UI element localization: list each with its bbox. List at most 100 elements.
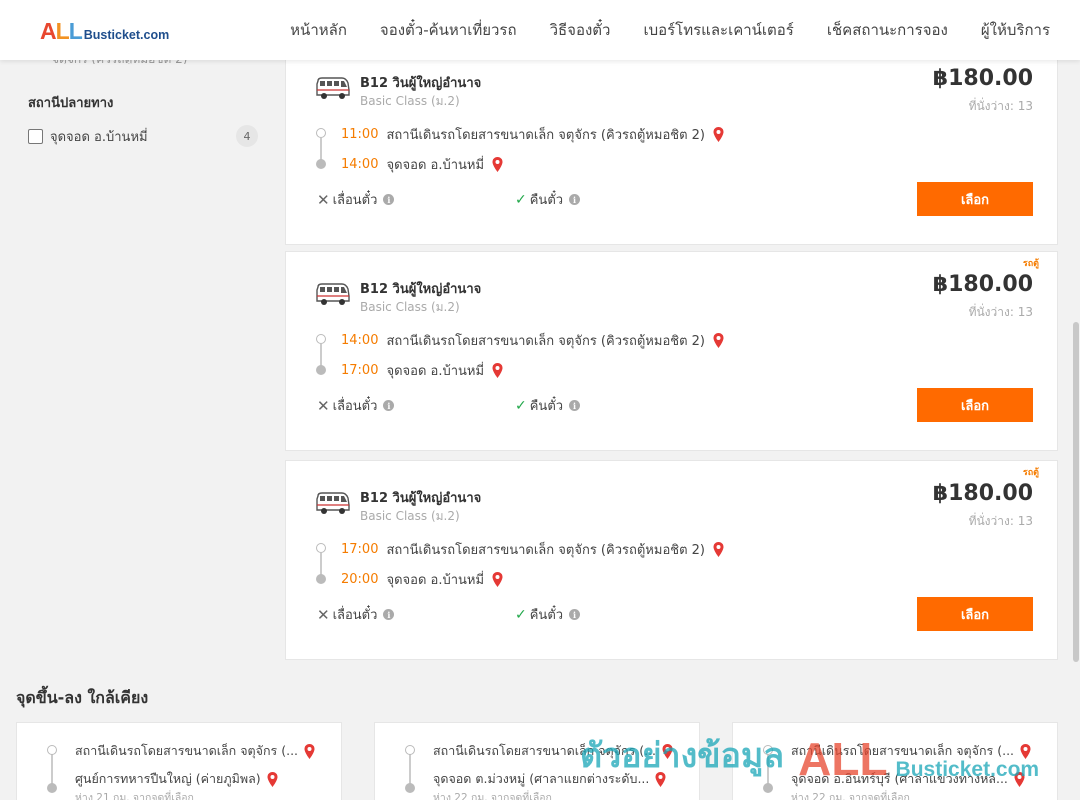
arrival-dot [316,574,326,584]
arrival-dot [316,159,326,169]
departure-stop: สถานีเดินรถโดยสารขนาดเล็ก จตุจักร (คิวรถ… [386,334,705,349]
nearby-to-stop: ศูนย์การทหารปืนใหญ่ (ค่ายภูมิพล) [75,771,261,786]
select-trip-button[interactable]: เลือก [917,182,1033,216]
nearby-from-row: สถานีเดินรถโดยสารขนาดเล็ก จตุจักร (... [433,741,688,761]
info-icon[interactable]: i [569,400,581,411]
map-pin-icon[interactable] [713,542,724,557]
departure-dot [763,745,773,755]
map-pin-icon[interactable] [1014,771,1025,787]
vehicle-type-badge: รถตู้ [1022,468,1039,478]
nearby-from-stop: สถานีเดินรถโดยสารขนาดเล็ก จตุจักร (... [75,743,299,758]
ticket-price: ฿180.00 [932,481,1033,506]
seat-class: Basic Class (ม.2) [360,300,460,314]
seats-available: ที่นั่งว่าง: 13 [968,99,1033,113]
change-ticket-policy: ✕ เลื่อนตั๋ว i [317,604,395,625]
destination-checkbox[interactable] [28,128,43,144]
departure-stop: สถานีเดินรถโดยสารขนาดเล็ก จตุจักร (คิวรถ… [386,543,705,558]
nav-phone-counter[interactable]: เบอร์โทรและเคาน์เตอร์ [643,18,793,42]
select-trip-button[interactable]: เลือก [917,597,1033,631]
x-icon: ✕ [317,396,330,415]
refund-ticket-policy: ✓ คืนตั๋ว i [515,604,581,625]
van-icon [316,283,350,305]
nearby-to-row: ศูนย์การทหารปืนใหญ่ (ค่ายภูมิพล) [75,769,330,789]
map-pin-icon[interactable] [662,743,673,759]
change-ticket-label: เลื่อนตั๋ว [332,193,378,208]
departure-time: 11:00 [341,127,379,142]
map-pin-icon[interactable] [1020,743,1031,759]
nav-operators[interactable]: ผู้ให้บริการ [981,18,1050,42]
departure-dot [316,543,326,553]
departure-dot [405,745,415,755]
departure-row: 11:00 สถานีเดินรถโดยสารขนาดเล็ก จตุจักร … [341,124,724,145]
vehicle-type-badge: รถตู้ [1022,259,1039,269]
arrival-time: 17:00 [341,363,379,378]
logo-all: ALL [40,18,83,44]
map-pin-icon[interactable] [713,127,724,142]
nearby-route-card[interactable]: สถานีเดินรถโดยสารขนาดเล็ก จตุจักร (... จ… [732,722,1058,800]
seats-available: ที่นั่งว่าง: 13 [968,514,1033,528]
nearby-from-stop: สถานีเดินรถโดยสารขนาดเล็ก จตุจักร (... [433,743,657,758]
map-pin-icon[interactable] [492,157,503,172]
map-pin-icon[interactable] [304,743,315,759]
departure-row: 17:00 สถานีเดินรถโดยสารขนาดเล็ก จตุจักร … [341,539,724,560]
change-ticket-policy: ✕ เลื่อนตั๋ว i [317,189,395,210]
nav-book-search[interactable]: จองตั๋ว-ค้นหาเที่ยวรถ [380,18,517,42]
change-ticket-policy: ✕ เลื่อนตั๋ว i [317,395,395,416]
map-pin-icon[interactable] [492,363,503,378]
departure-dot [47,745,57,755]
main-nav: หน้าหลัก จองตั๋ว-ค้นหาเที่ยวรถ วิธีจองตั… [290,0,1050,60]
destination-count-badge: 4 [236,125,258,147]
nearby-from-row: สถานีเดินรถโดยสารขนาดเล็ก จตุจักร (... [75,741,330,761]
check-icon: ✓ [515,191,527,208]
trip-card: B12 วินผู้ใหญ่อำนาจ Basic Class (ม.2) รถ… [285,251,1058,451]
info-icon[interactable]: i [383,194,395,205]
departure-dot [316,128,326,138]
arrival-time: 20:00 [341,572,379,587]
map-pin-icon[interactable] [713,333,724,348]
info-icon[interactable]: i [383,400,395,411]
nearby-stops-title: จุดขึ้น-ลง ใกล้เคียง [16,688,149,707]
nearby-from-row: สถานีเดินรถโดยสารขนาดเล็ก จตุจักร (... [791,741,1046,761]
page-scrollbar-thumb[interactable] [1073,322,1079,662]
nearby-route-card[interactable]: สถานีเดินรถโดยสารขนาดเล็ก จตุจักร (... ศ… [16,722,342,800]
arrival-stop: จุดจอด อ.บ้านหมี่ [386,573,485,588]
nearby-distance: ห่าง 22 กม. จากจุดที่เลือก [791,792,910,800]
select-trip-button[interactable]: เลือก [917,388,1033,422]
filter-sidebar: จตุจักร (คิวรถตู้หมอชิต 2) สถานีปลายทาง … [28,50,258,147]
ticket-price: ฿180.00 [932,272,1033,297]
arrival-dot [47,783,57,793]
x-icon: ✕ [317,190,330,209]
map-pin-icon[interactable] [267,771,278,787]
nav-how-to-book[interactable]: วิธีจองตั๋ว [550,18,611,42]
change-ticket-label: เลื่อนตั๋ว [332,608,378,623]
seat-class: Basic Class (ม.2) [360,509,460,523]
map-pin-icon[interactable] [492,572,503,587]
arrival-dot [316,365,326,375]
van-icon [316,77,350,99]
departure-time: 17:00 [341,542,379,557]
arrival-row: 17:00 จุดจอด อ.บ้านหมี่ [341,360,503,381]
nav-check-booking[interactable]: เช็คสถานะการจอง [827,18,948,42]
check-icon: ✓ [515,606,527,623]
info-icon[interactable]: i [569,194,581,205]
operator-name: B12 วินผู้ใหญ่อำนาจ [360,491,482,506]
nearby-route-card[interactable]: สถานีเดินรถโดยสารขนาดเล็ก จตุจักร (... จ… [374,722,700,800]
seat-class: Basic Class (ม.2) [360,94,460,108]
info-icon[interactable]: i [383,609,395,620]
logo-site: Busticket.com [83,28,170,42]
check-icon: ✓ [515,397,527,414]
seats-available: ที่นั่งว่าง: 13 [968,305,1033,319]
map-pin-icon[interactable] [655,771,666,787]
site-logo[interactable]: ALL Busticket.com [40,18,169,45]
refund-ticket-label: คืนตั๋ว [529,399,564,414]
nearby-to-stop: จุดจอด ต.ม่วงหมู่ (ศาลาแยกต่างระดับ... [433,771,650,786]
destination-filter-item[interactable]: จุดจอด อ.บ้านหมี่ 4 [28,125,258,147]
nearby-to-stop: จุดจอด อ.อินทร์บุรี (ศาลาแขวงทางหล... [791,771,1008,786]
operator-name: B12 วินผู้ใหญ่อำนาจ [360,76,482,91]
x-icon: ✕ [317,605,330,624]
info-icon[interactable]: i [569,609,581,620]
arrival-dot [405,783,415,793]
nav-home[interactable]: หน้าหลัก [290,18,347,42]
departure-stop: สถานีเดินรถโดยสารขนาดเล็ก จตุจักร (คิวรถ… [386,128,705,143]
refund-ticket-policy: ✓ คืนตั๋ว i [515,189,581,210]
